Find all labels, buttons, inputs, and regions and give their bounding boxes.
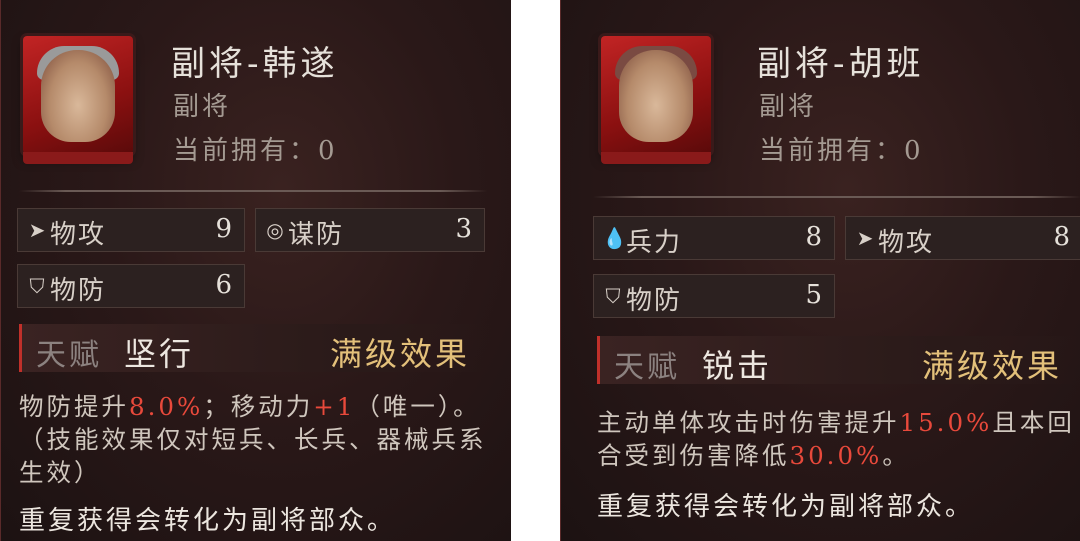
general-card-hu-ban: 副将-胡班 副将 当前拥有：0 💧 兵力 8 ➤ 物攻 8 ⛉ 物防 5 天赋 … (560, 0, 1080, 541)
talent-description: 主动单体攻击时伤害提升15.0%且本回合受到伤害降低30.0%。 (597, 408, 1075, 470)
general-card-han-sui: 副将-韩遂 副将 当前拥有：0 ➤ 物攻 9 ◎ 谋防 3 ⛉ 物防 6 天赋 … (0, 0, 511, 541)
stat-label: 物攻 (878, 228, 935, 258)
stat-value: 8 (805, 222, 822, 252)
talent-name: 锐击 (702, 347, 773, 385)
stat-label: 兵力 (626, 228, 683, 258)
stat-physical-defense: ⛉ 物防 5 (593, 274, 835, 318)
talent-name: 坚行 (124, 335, 195, 373)
stat-label: 谋防 (288, 220, 345, 250)
stat-value: 6 (215, 270, 232, 300)
talent-label: 天赋 (614, 350, 680, 385)
shield-icon: ⛉ (605, 284, 621, 308)
owned-count: 当前拥有：0 (173, 136, 338, 166)
value-highlight: +1 (313, 392, 356, 421)
cursor-arrow-icon: ➤ (28, 218, 46, 242)
portrait-base (601, 152, 711, 164)
owned-count: 当前拥有：0 (759, 136, 924, 166)
portrait-han-sui (23, 36, 133, 164)
portrait-base (23, 152, 133, 164)
face-icon (619, 50, 693, 142)
stat-strategy-defense: ◎ 谋防 3 (255, 208, 485, 252)
divider (19, 190, 487, 192)
shield-icon: ⛉ (29, 274, 45, 298)
general-role: 副将 (173, 92, 232, 122)
stat-physical-attack: ➤ 物攻 8 (845, 216, 1080, 260)
stat-value: 8 (1053, 222, 1070, 252)
stat-value: 5 (805, 280, 822, 310)
repeat-note: 重复获得会转化为副将部众。 (597, 492, 975, 522)
value-highlight: 8.0% (129, 392, 204, 421)
general-name: 副将-韩遂 (171, 44, 339, 84)
repeat-note: 重复获得会转化为副将部众。 (19, 506, 397, 536)
portrait-hu-ban (601, 36, 711, 164)
stat-value: 3 (455, 214, 472, 244)
drop-icon: 💧 (602, 226, 627, 250)
stat-label: 物防 (626, 286, 683, 316)
stat-physical-attack: ➤ 物攻 9 (17, 208, 245, 252)
stat-label: 物攻 (50, 220, 107, 250)
max-level-effect-label: 满级效果 (330, 335, 471, 373)
cursor-arrow-icon: ➤ (856, 226, 874, 250)
divider (593, 196, 1080, 198)
general-role: 副将 (759, 92, 818, 122)
stat-physical-defense: ⛉ 物防 6 (17, 264, 245, 308)
general-name: 副将-胡班 (757, 44, 925, 84)
value-highlight: 30.0% (789, 441, 883, 470)
max-level-effect-label: 满级效果 (922, 347, 1063, 385)
talent-description: 物防提升8.0%；移动力+1（唯一）。（技能效果仅对短兵、长兵、器械兵系生效） (19, 392, 487, 487)
stat-value: 9 (215, 214, 232, 244)
face-icon (41, 50, 115, 142)
stat-troops: 💧 兵力 8 (593, 216, 835, 260)
value-highlight: 15.0% (899, 408, 993, 437)
talent-label: 天赋 (36, 338, 102, 373)
talent-bar: 天赋 锐击 满级效果 (597, 336, 1080, 385)
talent-bar: 天赋 坚行 满级效果 (19, 324, 492, 373)
swirl-icon: ◎ (266, 218, 284, 242)
stat-label: 物防 (50, 276, 107, 306)
